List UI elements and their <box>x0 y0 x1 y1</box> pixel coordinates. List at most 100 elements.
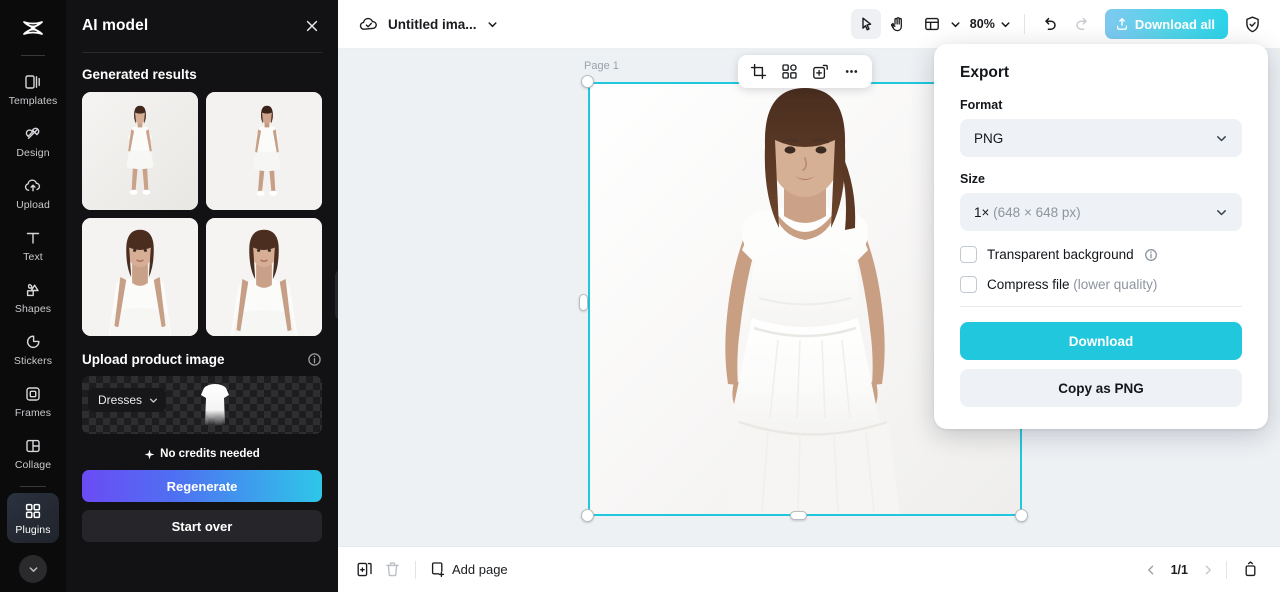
hand-tool-button[interactable] <box>883 9 913 39</box>
size-scale: 1× <box>974 204 990 220</box>
page-navigation: 1/1 <box>1142 561 1217 579</box>
duplicate-icon[interactable] <box>807 58 834 85</box>
panel-collapse-handle[interactable] <box>335 270 338 320</box>
chevron-down-icon <box>1217 135 1226 141</box>
resize-handle-bottom-right[interactable] <box>1015 509 1028 522</box>
compress-file-checkbox[interactable] <box>960 276 977 293</box>
format-value: PNG <box>974 130 1004 146</box>
download-icon <box>1116 18 1127 30</box>
chevron-down-icon <box>1001 21 1010 27</box>
sidebar-item-plugins[interactable]: Plugins <box>7 493 59 543</box>
generated-result-thumb[interactable] <box>206 92 322 210</box>
capcut-logo-icon[interactable] <box>16 12 50 46</box>
sidebar-item-label: Templates <box>8 94 58 107</box>
sidebar-item-shapes[interactable]: Shapes <box>7 272 59 322</box>
more-horizontal-icon[interactable] <box>838 58 865 85</box>
bottom-divider <box>415 560 416 579</box>
sidebar-item-label: Shapes <box>14 302 52 315</box>
compress-file-label: Compress file (lower quality) <box>987 277 1157 292</box>
download-button[interactable]: Download <box>960 322 1242 360</box>
format-select[interactable]: PNG <box>960 119 1242 157</box>
chevron-down-icon[interactable] <box>486 18 499 31</box>
chevron-down-icon <box>149 398 158 403</box>
sidebar-item-label: Design <box>16 146 50 159</box>
redo-button[interactable] <box>1067 9 1097 39</box>
panel-header: AI model <box>66 0 338 52</box>
sidebar-item-stickers[interactable]: Stickers <box>7 324 59 374</box>
sidebar-item-label: Collage <box>14 458 52 471</box>
bottom-divider-2 <box>1226 560 1227 579</box>
chevron-down-icon <box>951 21 960 27</box>
zoom-control[interactable]: 80% <box>966 17 1014 31</box>
compress-file-row[interactable]: Compress file (lower quality) <box>960 276 1242 293</box>
sidebar-item-label: Upload <box>16 198 50 211</box>
category-dropdown[interactable]: Dresses <box>88 388 167 412</box>
generated-results-heading: Generated results <box>82 67 197 82</box>
document-title[interactable]: Untitled ima... <box>388 17 477 32</box>
generated-result-thumb[interactable] <box>206 218 322 336</box>
trash-icon[interactable] <box>378 556 406 584</box>
sidebar-item-templates[interactable]: Templates <box>7 64 59 114</box>
ai-model-panel: AI model Generated results Upload produc… <box>66 0 338 592</box>
close-icon[interactable] <box>300 14 324 38</box>
copy-as-png-button[interactable]: Copy as PNG <box>960 369 1242 407</box>
resize-handle-left-center[interactable] <box>579 294 588 311</box>
size-label: Size <box>960 172 986 186</box>
info-icon[interactable] <box>1144 248 1158 262</box>
crop-icon[interactable] <box>745 58 772 85</box>
resize-handle-bottom-center[interactable] <box>790 511 807 520</box>
panel-title: AI model <box>82 17 149 34</box>
layout-tool-button[interactable] <box>915 9 964 39</box>
shield-check-icon[interactable] <box>1238 10 1266 38</box>
transparent-background-row[interactable]: Transparent background <box>960 246 1242 263</box>
select-tool-button[interactable] <box>850 9 881 39</box>
frames-icon <box>22 383 44 405</box>
resize-handle-bottom-left[interactable] <box>581 509 594 522</box>
page-label: Page 1 <box>584 60 619 72</box>
pages-grid-icon[interactable] <box>1236 556 1264 584</box>
add-page-icon <box>431 562 445 578</box>
model-image <box>206 92 322 210</box>
size-value: 1× (648 × 648 px) <box>974 205 1081 220</box>
next-page-button[interactable] <box>1199 561 1217 579</box>
sidebar-item-design[interactable]: Design <box>7 116 59 166</box>
add-page-button[interactable]: Add page <box>425 561 512 578</box>
dress-thumbnail-icon <box>201 384 229 426</box>
product-image-preview[interactable]: Dresses <box>82 376 322 434</box>
chevron-down-icon <box>1217 209 1226 215</box>
transparent-background-label: Transparent background <box>987 247 1134 262</box>
sidebar-item-label: Stickers <box>13 354 53 367</box>
undo-button[interactable] <box>1035 9 1065 39</box>
model-image <box>206 218 322 336</box>
app-root: Templates Design Upload Text Shapes Stic… <box>0 0 1280 592</box>
page-indicator: 1/1 <box>1170 562 1188 577</box>
regenerate-button[interactable]: Regenerate <box>82 470 322 502</box>
remove-background-icon[interactable] <box>776 58 803 85</box>
sidebar-item-collage[interactable]: Collage <box>7 428 59 478</box>
format-label: Format <box>960 98 1003 112</box>
sidebar-item-frames[interactable]: Frames <box>7 376 59 426</box>
resize-handle-top-left[interactable] <box>581 75 594 88</box>
download-all-button[interactable]: Download all <box>1104 9 1228 39</box>
export-popover: Export Format PNG Size 1× (648 × 648 px)… <box>934 44 1268 429</box>
start-over-button[interactable]: Start over <box>82 510 322 542</box>
duplicate-page-button[interactable] <box>350 556 378 584</box>
sidebar-item-text[interactable]: Text <box>7 220 59 270</box>
panel-body: Generated results Upload product image D… <box>66 53 338 592</box>
transparent-background-checkbox[interactable] <box>960 246 977 263</box>
export-divider <box>960 306 1242 307</box>
toolbar-divider <box>1023 14 1025 34</box>
tool-group: 80% <box>850 9 1097 39</box>
sidebar-item-label: Plugins <box>15 523 51 536</box>
add-page-label: Add page <box>452 562 508 577</box>
upload-header: Upload product image <box>82 352 322 367</box>
info-icon[interactable] <box>307 352 322 367</box>
generated-result-thumb[interactable] <box>82 218 198 336</box>
cloud-saved-icon <box>358 14 379 35</box>
prev-page-button[interactable] <box>1142 561 1160 579</box>
sidebar-item-upload[interactable]: Upload <box>7 168 59 218</box>
chevron-down-icon[interactable] <box>19 555 47 583</box>
generated-result-thumb[interactable] <box>82 92 198 210</box>
size-select[interactable]: 1× (648 × 648 px) <box>960 193 1242 231</box>
zoom-level: 80% <box>969 17 995 31</box>
